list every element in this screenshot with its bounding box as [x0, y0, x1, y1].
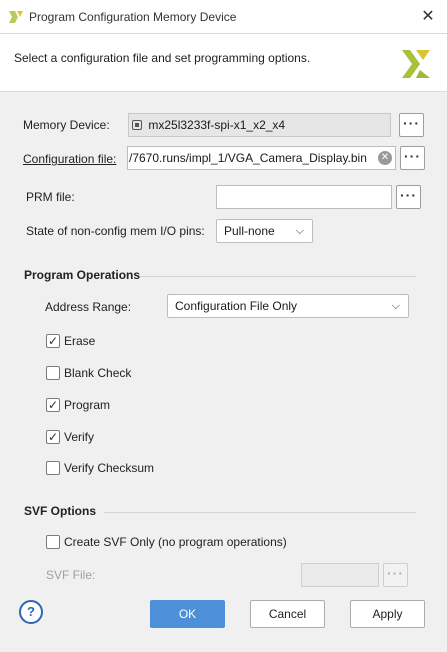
xilinx-logo-icon — [9, 11, 23, 23]
erase-label[interactable]: Erase — [64, 334, 95, 348]
ok-button[interactable]: OK — [150, 600, 225, 628]
dialog-header: Select a configuration file and set prog… — [0, 34, 447, 92]
blank-check-label[interactable]: Blank Check — [64, 366, 131, 380]
chevron-down-icon: ⌵ — [295, 225, 304, 237]
blank-check-checkbox[interactable] — [46, 366, 60, 380]
config-file-label: Configuration file: — [23, 152, 116, 166]
svf-file-label: SVF File: — [46, 568, 96, 582]
memory-device-label: Memory Device: — [23, 118, 110, 132]
address-range-label: Address Range: — [45, 300, 132, 314]
io-pins-value: Pull-none — [224, 224, 275, 238]
erase-checkbox[interactable]: ✓ — [46, 334, 60, 348]
create-svf-label[interactable]: Create SVF Only (no program operations) — [64, 535, 287, 549]
program-checkbox[interactable]: ✓ — [46, 398, 60, 412]
config-file-browse-button[interactable]: ··· — [400, 146, 425, 170]
help-icon[interactable]: ? — [19, 600, 43, 624]
config-file-label-text: Configuration file: — [23, 152, 117, 166]
memory-device-field: mx25l3233f-spi-x1_x2_x4 — [128, 113, 391, 137]
address-range-value: Configuration File Only — [175, 299, 298, 313]
prm-file-label: PRM file: — [26, 190, 75, 204]
section-divider — [140, 276, 416, 277]
io-pins-label: State of non-config mem I/O pins: — [26, 224, 205, 238]
header-description: Select a configuration file and set prog… — [14, 51, 311, 65]
clear-icon[interactable]: ✕ — [378, 151, 392, 165]
apply-button[interactable]: Apply — [350, 600, 425, 628]
config-file-input[interactable]: /7670.runs/impl_1/VGA_Camera_Display.bin… — [127, 146, 396, 170]
memory-device-value: mx25l3233f-spi-x1_x2_x4 — [148, 118, 286, 132]
svf-file-input — [301, 563, 379, 587]
cancel-button[interactable]: Cancel — [250, 600, 325, 628]
address-range-dropdown[interactable]: Configuration File Only ⌵ — [167, 294, 409, 318]
chevron-down-icon: ⌵ — [391, 300, 400, 312]
verify-checkbox[interactable]: ✓ — [46, 430, 60, 444]
svf-options-heading: SVF Options — [24, 504, 96, 518]
program-label[interactable]: Program — [64, 398, 110, 412]
section-divider — [104, 512, 416, 513]
chip-icon — [132, 120, 142, 130]
svf-file-browse-button: ··· — [383, 563, 408, 587]
create-svf-checkbox[interactable] — [46, 535, 60, 549]
io-pins-dropdown[interactable]: Pull-none ⌵ — [216, 219, 313, 243]
prm-file-browse-button[interactable]: ··· — [396, 185, 421, 209]
memory-device-browse-button[interactable]: ··· — [399, 113, 424, 137]
xilinx-logo-icon — [402, 50, 430, 78]
verify-checksum-label[interactable]: Verify Checksum — [64, 461, 154, 475]
program-operations-heading: Program Operations — [24, 268, 141, 282]
verify-label[interactable]: Verify — [64, 430, 94, 444]
window-title: Program Configuration Memory Device — [29, 10, 237, 24]
prm-file-input[interactable] — [216, 185, 392, 209]
config-file-value: /7670.runs/impl_1/VGA_Camera_Display.bin — [129, 151, 367, 165]
verify-checksum-checkbox[interactable] — [46, 461, 60, 475]
close-button[interactable]: ✕ — [417, 6, 439, 28]
title-bar: Program Configuration Memory Device ✕ — [0, 0, 447, 34]
